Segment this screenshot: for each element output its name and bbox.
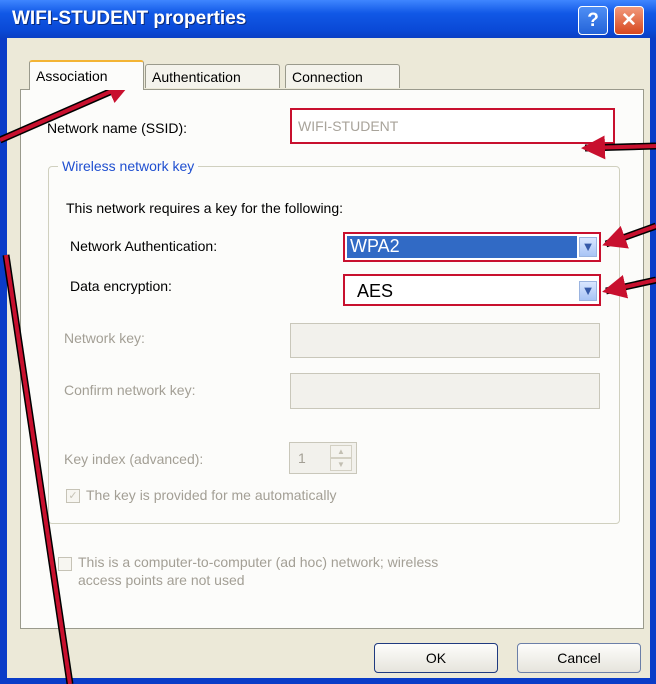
arrow-to-auth: [602, 224, 656, 249]
arrow-to-tab: [0, 81, 132, 142]
arrow-to-ssid: [581, 135, 656, 160]
tab-association[interactable]: Association: [29, 60, 144, 90]
annotation-arrows: [0, 80, 656, 684]
arrow-to-encryption: [602, 274, 656, 299]
arrow-long: [4, 254, 72, 684]
